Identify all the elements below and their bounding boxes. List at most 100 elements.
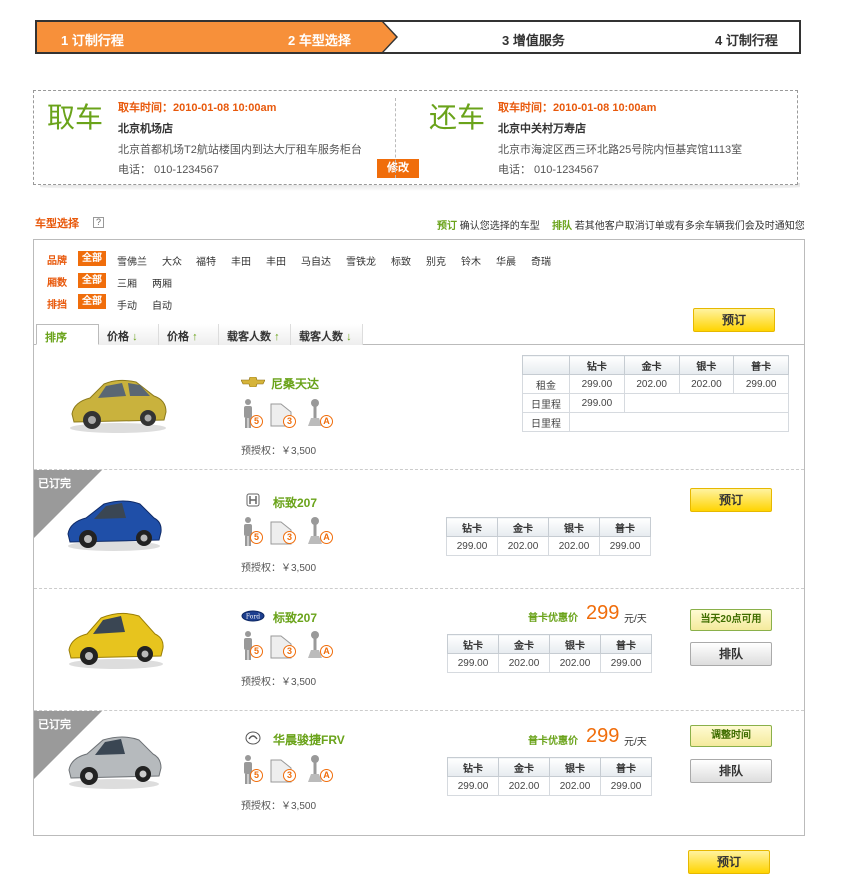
seat-count: 5 bbox=[250, 531, 263, 544]
sold-out-label: 已订完 bbox=[38, 478, 71, 490]
arrow-up-icon: ↑ bbox=[192, 331, 198, 343]
door-count: 3 bbox=[283, 415, 296, 428]
promo-price: 299 bbox=[586, 725, 620, 747]
filter-gear-label: 排挡 bbox=[47, 300, 67, 311]
sort-bar: 排序 价格 ↓ 价格 ↑ 载客人数 ↑ 载客人数 ↓ bbox=[34, 324, 804, 345]
promo-price: 299 bbox=[586, 602, 620, 624]
car-deposit: 预授权：￥3,500 bbox=[241, 446, 317, 457]
price-table: 钻卡 金卡 银卡 普卡 299.00 202.00 202.00 299.00 bbox=[446, 517, 651, 556]
price-table: 钻卡 金卡 银卡 普卡 租金 299.00 202.00 202.00 299.… bbox=[522, 355, 790, 432]
door-count: 3 bbox=[283, 531, 296, 544]
step-3[interactable]: 3 增值服务 bbox=[502, 30, 565, 49]
return-address: 北京市海淀区西三环北路25号院内恒基宾馆1113室 bbox=[498, 144, 743, 156]
price-table: 钻卡 金卡 银卡 普卡 299.00 202.00 202.00 299.00 bbox=[447, 757, 652, 796]
brilliance-logo-icon bbox=[245, 731, 261, 745]
return-title: 还车 bbox=[429, 101, 486, 134]
filter-brand-item[interactable]: 丰田 bbox=[231, 253, 251, 268]
gear-type: A bbox=[320, 531, 333, 544]
sort-tab-price-asc[interactable]: 价格 ↑ bbox=[159, 324, 219, 345]
seat-count: 5 bbox=[250, 769, 263, 782]
row-separator bbox=[34, 469, 804, 470]
filter-gear-item[interactable]: 手动 bbox=[117, 297, 137, 312]
arrow-down-icon: ↓ bbox=[346, 331, 352, 343]
filter-brand-item[interactable]: 标致 bbox=[391, 253, 411, 268]
filter-brand-item[interactable]: 别克 bbox=[426, 253, 446, 268]
promo-label: 普卡优惠价 bbox=[528, 736, 578, 747]
help-icon[interactable]: ? bbox=[93, 217, 104, 228]
available-tonight-button[interactable]: 当天20点可用 bbox=[690, 609, 772, 631]
sort-tab-seats-asc[interactable]: 载客人数 ↑ bbox=[219, 324, 291, 345]
infobox-divider bbox=[395, 98, 396, 178]
filter-brand-item[interactable]: 奇瑞 bbox=[531, 253, 551, 268]
promo-unit: 元/天 bbox=[624, 737, 647, 748]
pickup-store: 北京机场店 bbox=[118, 123, 173, 135]
car-name[interactable]: 尼桑天达 bbox=[271, 375, 319, 392]
sort-tab-default[interactable]: 排序 bbox=[36, 324, 99, 345]
book-button-bottom[interactable]: 预订 bbox=[688, 850, 770, 874]
queue-button[interactable]: 排队 bbox=[690, 759, 772, 783]
ford-logo-icon: Ford bbox=[241, 610, 265, 622]
filter-gear-all[interactable]: 全部 bbox=[78, 294, 106, 309]
promo-label: 普卡优惠价 bbox=[528, 613, 578, 624]
pickup-time: 取车时间：2010-01-08 10:00am bbox=[118, 102, 277, 114]
filter-brand-item[interactable]: 华晨 bbox=[496, 253, 516, 268]
step-2[interactable]: 2 车型选择 bbox=[288, 30, 351, 49]
sort-tab-seats-desc[interactable]: 载客人数 ↓ bbox=[291, 324, 363, 345]
car-deposit: 预授权：￥3,500 bbox=[241, 801, 317, 812]
filter-body-item[interactable]: 两厢 bbox=[152, 275, 172, 290]
filter-brand-item[interactable]: 铃木 bbox=[461, 253, 481, 268]
brand-logo-icon bbox=[246, 493, 260, 507]
car-name[interactable]: 标致207 bbox=[273, 494, 317, 511]
filter-brand-item[interactable]: 福特 bbox=[196, 253, 216, 268]
seat-count: 5 bbox=[250, 645, 263, 658]
step-1[interactable]: 1 订制行程 bbox=[61, 30, 124, 49]
door-count: 3 bbox=[283, 769, 296, 782]
promo-unit: 元/天 bbox=[624, 614, 647, 625]
car-specs: 5 3 A bbox=[241, 754, 336, 786]
filter-brand-item[interactable]: 丰田 bbox=[266, 253, 286, 268]
door-count: 3 bbox=[283, 645, 296, 658]
car-deposit: 预授权：￥3,500 bbox=[241, 677, 317, 688]
car-image bbox=[68, 612, 164, 669]
modify-button[interactable]: 修改 bbox=[377, 159, 419, 178]
legend-book: 预订 确认您选择的车型 bbox=[437, 221, 540, 232]
progress-steps: 1 订制行程 2 车型选择 3 增值服务 4 订制行程 bbox=[35, 20, 801, 54]
filter-gear-item[interactable]: 自动 bbox=[152, 297, 172, 312]
filter-body-label: 厢数 bbox=[47, 278, 67, 289]
pickup-phone: 电话： 010-1234567 bbox=[118, 164, 219, 176]
step-4[interactable]: 4 订制行程 bbox=[715, 30, 778, 49]
gear-type: A bbox=[320, 415, 333, 428]
pickup-address: 北京首都机场T2航站楼国内到达大厅租车服务柜台 bbox=[118, 144, 362, 156]
car-specs: 5 3 A bbox=[241, 516, 336, 548]
filter-brand-item[interactable]: 雪铁龙 bbox=[346, 253, 376, 268]
arrow-down-icon: ↓ bbox=[132, 331, 138, 343]
row-separator bbox=[34, 588, 804, 589]
adjust-time-button[interactable]: 调整时间 bbox=[690, 725, 772, 747]
filter-body-item[interactable]: 三厢 bbox=[117, 275, 137, 290]
filter-brand-item[interactable]: 大众 bbox=[162, 253, 182, 268]
section-title: 车型选择 bbox=[35, 218, 79, 230]
filter-brand-all[interactable]: 全部 bbox=[78, 251, 106, 266]
gear-type: A bbox=[320, 769, 333, 782]
gear-type: A bbox=[320, 645, 333, 658]
pickup-title: 取车 bbox=[47, 101, 104, 134]
arrow-up-icon: ↑ bbox=[274, 331, 280, 343]
car-name[interactable]: 华晨骏捷FRV bbox=[273, 731, 345, 748]
car-specs: 5 3 A bbox=[241, 630, 336, 662]
row-separator bbox=[34, 710, 804, 711]
filter-brand-item[interactable]: 雪佛兰 bbox=[117, 253, 147, 268]
chevrolet-logo-icon bbox=[241, 377, 265, 387]
return-time: 取车时间：2010-01-08 10:00am bbox=[498, 102, 657, 114]
return-phone: 电话： 010-1234567 bbox=[498, 164, 599, 176]
book-button[interactable]: 预订 bbox=[690, 488, 772, 512]
car-image bbox=[70, 379, 167, 433]
price-table: 钻卡 金卡 银卡 普卡 299.00 202.00 202.00 299.00 bbox=[447, 634, 652, 673]
return-store: 北京中关村万寿店 bbox=[498, 123, 586, 135]
seat-count: 5 bbox=[250, 415, 263, 428]
car-name[interactable]: 标致207 bbox=[273, 609, 317, 626]
sort-tab-price-desc[interactable]: 价格 ↓ bbox=[99, 324, 159, 345]
filter-brand-item[interactable]: 马自达 bbox=[301, 253, 331, 268]
filter-body-all[interactable]: 全部 bbox=[78, 273, 106, 288]
queue-button[interactable]: 排队 bbox=[690, 642, 772, 666]
car-image bbox=[67, 500, 162, 551]
